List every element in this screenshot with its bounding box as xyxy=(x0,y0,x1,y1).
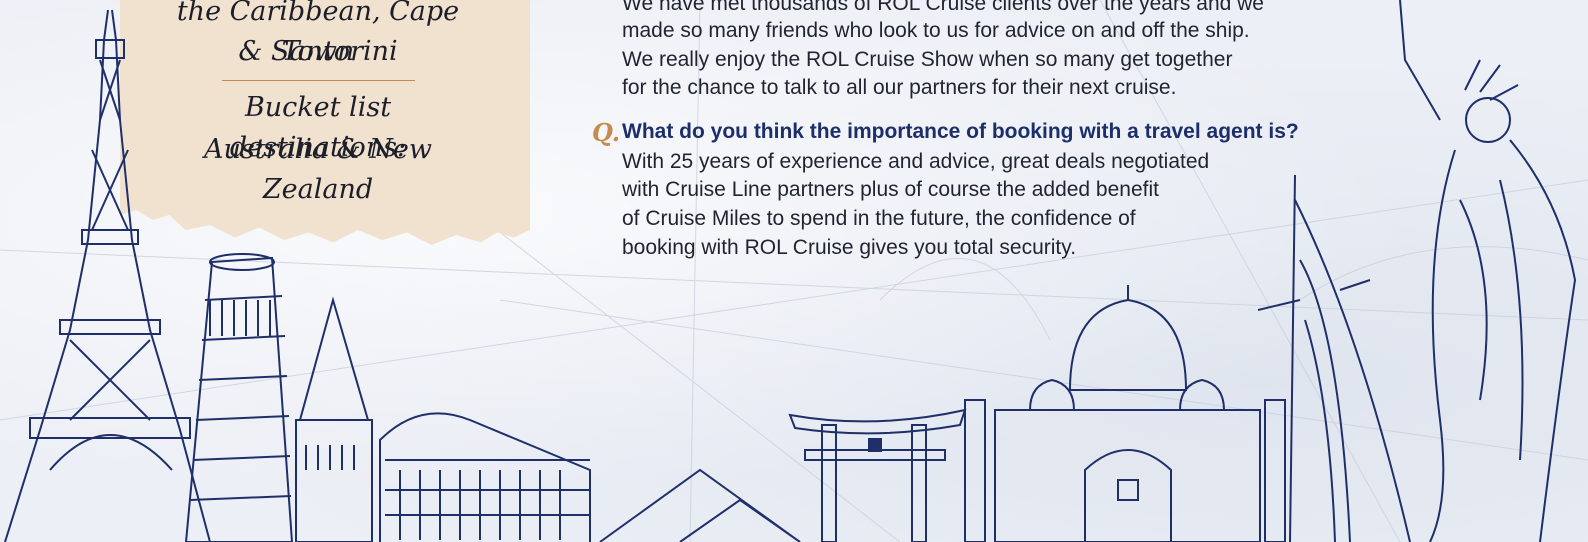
burj-al-arab-icon xyxy=(1257,174,1411,542)
colosseum-icon xyxy=(379,412,591,542)
galata-tower-icon xyxy=(295,296,373,542)
landmarks-illustration xyxy=(4,0,1577,542)
statue-of-liberty-icon xyxy=(1399,0,1577,542)
taj-mahal-icon xyxy=(964,285,1286,542)
torii-gate-icon xyxy=(788,408,967,542)
pyramids-icon xyxy=(599,468,801,542)
pisa-tower-icon xyxy=(184,253,294,542)
eiffel-tower-icon xyxy=(4,9,211,542)
